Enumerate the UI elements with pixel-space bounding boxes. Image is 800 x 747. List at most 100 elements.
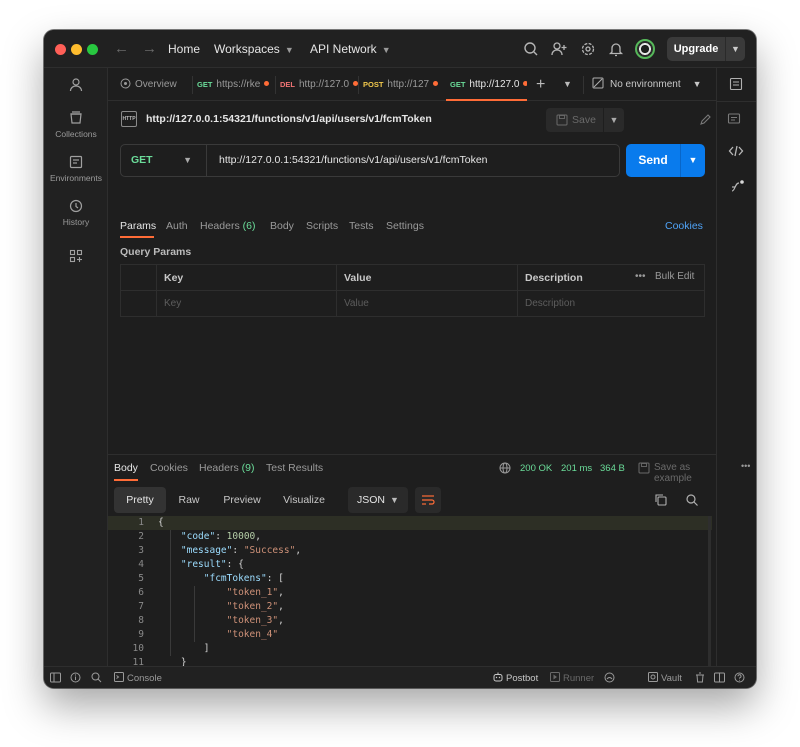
response-body-editor[interactable]: 1{ 2 "code": 10000, 3 "message": "Succes… [108,516,712,688]
close-window-button[interactable] [55,44,66,55]
environment-quicklook-icon[interactable] [729,77,743,91]
related-collections-icon[interactable] [729,179,745,195]
format-select[interactable]: JSON ▼ [348,487,408,513]
runner-button[interactable]: Runner [550,672,594,684]
upgrade-button[interactable]: Upgrade ▼ [667,37,745,61]
console-button[interactable]: Console [114,672,162,684]
search-icon[interactable] [521,39,541,59]
method-badge: POST [363,80,384,89]
method-select[interactable]: GET ▼ [121,145,207,176]
tab-scripts[interactable]: Scripts [306,220,338,232]
line-number: 8 [138,615,144,626]
new-tab-plus-icon[interactable]: + [536,68,552,101]
response-more-icon[interactable]: ••• [741,461,750,471]
comments-icon[interactable] [727,112,741,126]
chevron-down-icon: ▼ [381,45,391,55]
sidebar-item-environments[interactable]: Environments [44,154,108,183]
sidebar-item-history[interactable]: History [44,198,108,227]
account-icon[interactable] [44,77,108,96]
tab-body[interactable]: Body [270,220,294,232]
tab-params[interactable]: Params [120,220,156,232]
info-icon[interactable] [70,672,81,683]
save-button[interactable]: Save ▼ [546,108,624,132]
line-number: 2 [138,531,144,542]
back-arrow-icon[interactable]: ← [114,40,129,57]
tab-request[interactable]: DEL http://127.0 [280,68,358,101]
trash-icon[interactable] [695,672,705,683]
tab-tests[interactable]: Tests [349,220,374,232]
column-divider [156,265,157,316]
edit-pencil-icon[interactable] [699,112,713,126]
help-icon[interactable] [734,672,745,683]
code-snippet-icon[interactable] [728,143,744,159]
tab-test-results[interactable]: Test Results [266,462,323,474]
tab-overview[interactable]: Overview [120,68,192,101]
cookies-link[interactable]: Cookies [665,220,703,232]
workspaces-menu[interactable]: Workspaces ▼ [214,42,294,56]
settings-gear-icon[interactable] [578,39,598,59]
code-text: "message": "Success", [180,545,302,556]
send-button[interactable]: Send ▼ [626,144,705,177]
tab-divider [275,76,276,94]
chevron-down-icon[interactable]: ▼ [680,144,705,177]
globe-icon[interactable] [499,462,511,474]
minimize-window-button[interactable] [71,44,82,55]
notifications-bell-icon[interactable] [606,39,626,59]
tab-response-cookies[interactable]: Cookies [150,462,188,474]
request-title[interactable]: http://127.0.0.1:54321/functions/v1/api/… [146,113,432,125]
indent-guide [170,530,171,656]
toggle-sidebar-icon[interactable] [50,672,61,683]
home-link[interactable]: Home [168,42,200,56]
api-network-menu[interactable]: API Network ▼ [310,42,391,56]
tab-headers[interactable]: Headers (6) [200,220,255,232]
view-raw[interactable]: Raw [168,487,210,513]
find-icon[interactable] [91,672,102,683]
environments-icon [69,155,83,169]
environment-label: No environment [610,79,681,90]
save-as-example-button[interactable]: Save as example [654,462,716,484]
view-visualize[interactable]: Visualize [274,487,334,513]
more-options-icon[interactable]: ••• [635,271,646,282]
view-pretty[interactable]: Pretty [114,487,166,513]
chevron-down-icon[interactable]: ▼ [603,108,624,132]
description-input[interactable]: Description [525,298,575,309]
vault-button[interactable]: Vault [648,672,682,684]
tab-request-active[interactable]: GET http://127.0 [446,68,527,101]
layout-toggle-icon[interactable] [714,672,725,683]
environment-selector[interactable]: No environment ▼ [592,68,712,101]
editor-scrollbar[interactable] [708,516,711,688]
tab-request[interactable]: POST http://127 [363,68,441,101]
avatar[interactable] [635,39,655,59]
key-input[interactable]: Key [164,298,181,309]
status-code[interactable]: 200 OK [520,463,552,474]
method-badge: GET [450,80,466,89]
sidebar-item-collections[interactable]: Collections [44,110,108,139]
workspaces-label: Workspaces [214,42,280,56]
capture-requests-icon[interactable] [604,672,615,683]
forward-arrow-icon[interactable]: → [142,40,157,57]
tabs-chevron-down-icon[interactable]: ▼ [563,68,575,101]
right-panel-bar [716,68,756,666]
tab-settings[interactable]: Settings [386,220,424,232]
tab-request[interactable]: GET https://rke [197,68,275,101]
tab-response-body[interactable]: Body [114,462,138,474]
sidebar-item-apps[interactable] [44,248,108,267]
indent-guide [194,586,195,642]
response-divider[interactable] [108,454,716,455]
value-input[interactable]: Value [344,298,369,309]
response-size[interactable]: 364 B [600,463,625,474]
line-number: 4 [138,559,144,570]
response-time[interactable]: 201 ms [561,463,592,474]
wrap-lines-icon[interactable] [415,487,441,513]
tab-response-headers[interactable]: Headers (9) [199,462,254,474]
postbot-button[interactable]: Postbot [493,672,538,684]
invite-user-icon[interactable] [549,39,569,59]
copy-icon[interactable] [654,493,668,507]
url-input[interactable]: http://127.0.0.1:54321/functions/v1/api/… [219,145,488,176]
maximize-window-button[interactable] [87,44,98,55]
tab-auth[interactable]: Auth [166,220,188,232]
bulk-edit-button[interactable]: Bulk Edit [655,271,694,282]
search-icon[interactable] [685,493,699,507]
chevron-down-icon[interactable]: ▼ [725,37,745,61]
view-preview[interactable]: Preview [214,487,270,513]
